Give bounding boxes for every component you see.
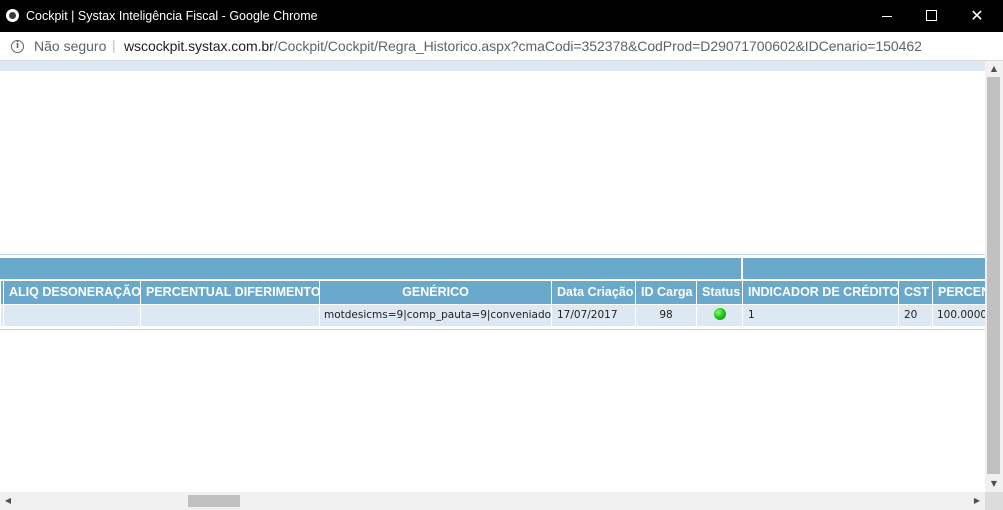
vertical-scrollbar[interactable]: ▲ ▼ xyxy=(985,61,1003,492)
cell-id-carga: 98 xyxy=(635,305,696,326)
header-data-criacao[interactable]: Data Criação xyxy=(551,281,635,304)
cell-aliq-desoneracao xyxy=(3,305,140,326)
url-text[interactable]: wscockpit.systax.com.br/Cockpit/Cockpit/… xyxy=(124,38,922,54)
grid-group-header-left xyxy=(0,258,741,279)
header-cst[interactable]: CST xyxy=(898,281,932,304)
window-titlebar: Cockpit | Systax Inteligência Fiscal - G… xyxy=(0,0,1003,32)
url-host: wscockpit.systax.com.br xyxy=(124,38,274,54)
grid-bottom-border xyxy=(0,329,985,330)
cell-generico: motdesicms=9|comp_pauta=9|conveniado=9 xyxy=(319,305,551,326)
url-path: /Cockpit/Cockpit/Regra_Historico.aspx?cm… xyxy=(273,38,922,54)
scroll-up-icon[interactable]: ▲ xyxy=(985,61,1003,77)
address-separator: | xyxy=(112,37,116,53)
maximize-button[interactable] xyxy=(908,0,954,32)
header-status[interactable]: Status xyxy=(696,281,742,304)
window-title: Cockpit | Systax Inteligência Fiscal - G… xyxy=(26,9,318,23)
history-grid: ALIQ DESONERAÇÃO PERCENTUAL DIFERIMENTO … xyxy=(0,254,985,330)
minimize-icon xyxy=(882,15,892,17)
minimize-button[interactable] xyxy=(864,0,910,32)
header-aliq-desoneracao[interactable]: ALIQ DESONERAÇÃO xyxy=(3,281,140,304)
header-percentual[interactable]: PERCENTUAL xyxy=(932,281,985,304)
horizontal-scroll-thumb[interactable] xyxy=(188,495,240,507)
close-button[interactable]: ✕ xyxy=(954,0,1000,32)
header-indicador-credito[interactable]: INDICADOR DE CRÉDITO xyxy=(742,281,898,304)
horizontal-scrollbar[interactable]: ◀ ▶ xyxy=(0,492,985,510)
cell-percentual: 100.0000 xyxy=(932,305,985,326)
scrollbar-corner xyxy=(985,492,1003,510)
grid-header-row: ALIQ DESONERAÇÃO PERCENTUAL DIFERIMENTO … xyxy=(0,281,985,304)
page-top-band xyxy=(0,61,985,71)
grid-group-header-right xyxy=(743,258,985,279)
table-row[interactable]: motdesicms=9|comp_pauta=9|conveniado=9 1… xyxy=(0,305,985,326)
cell-status xyxy=(696,305,742,326)
cell-cst: 20 xyxy=(898,305,932,326)
header-percentual-diferimento[interactable]: PERCENTUAL DIFERIMENTO xyxy=(140,281,319,304)
grid-group-header-row xyxy=(0,258,985,279)
vertical-scroll-thumb[interactable] xyxy=(987,77,1000,474)
cell-indicador-credito: 1 xyxy=(742,305,898,326)
cell-data-criacao: 17/07/2017 xyxy=(551,305,635,326)
scroll-down-icon[interactable]: ▼ xyxy=(985,476,1003,492)
maximize-icon xyxy=(925,9,937,21)
cell-percentual-diferimento xyxy=(140,305,319,326)
close-icon: ✕ xyxy=(970,6,984,25)
scroll-left-icon[interactable]: ◀ xyxy=(0,492,16,510)
chrome-app-icon xyxy=(6,9,19,22)
page-viewport: ALIQ DESONERAÇÃO PERCENTUAL DIFERIMENTO … xyxy=(0,61,985,492)
header-generico[interactable]: GENÉRICO xyxy=(319,281,551,304)
address-bar[interactable]: i Não seguro | wscockpit.systax.com.br/C… xyxy=(0,32,1003,61)
status-ok-icon xyxy=(713,308,726,320)
scroll-right-icon[interactable]: ▶ xyxy=(969,492,985,510)
security-label[interactable]: Não seguro xyxy=(34,38,106,54)
header-id-carga[interactable]: ID Carga xyxy=(635,281,696,304)
info-icon[interactable]: i xyxy=(11,40,24,53)
